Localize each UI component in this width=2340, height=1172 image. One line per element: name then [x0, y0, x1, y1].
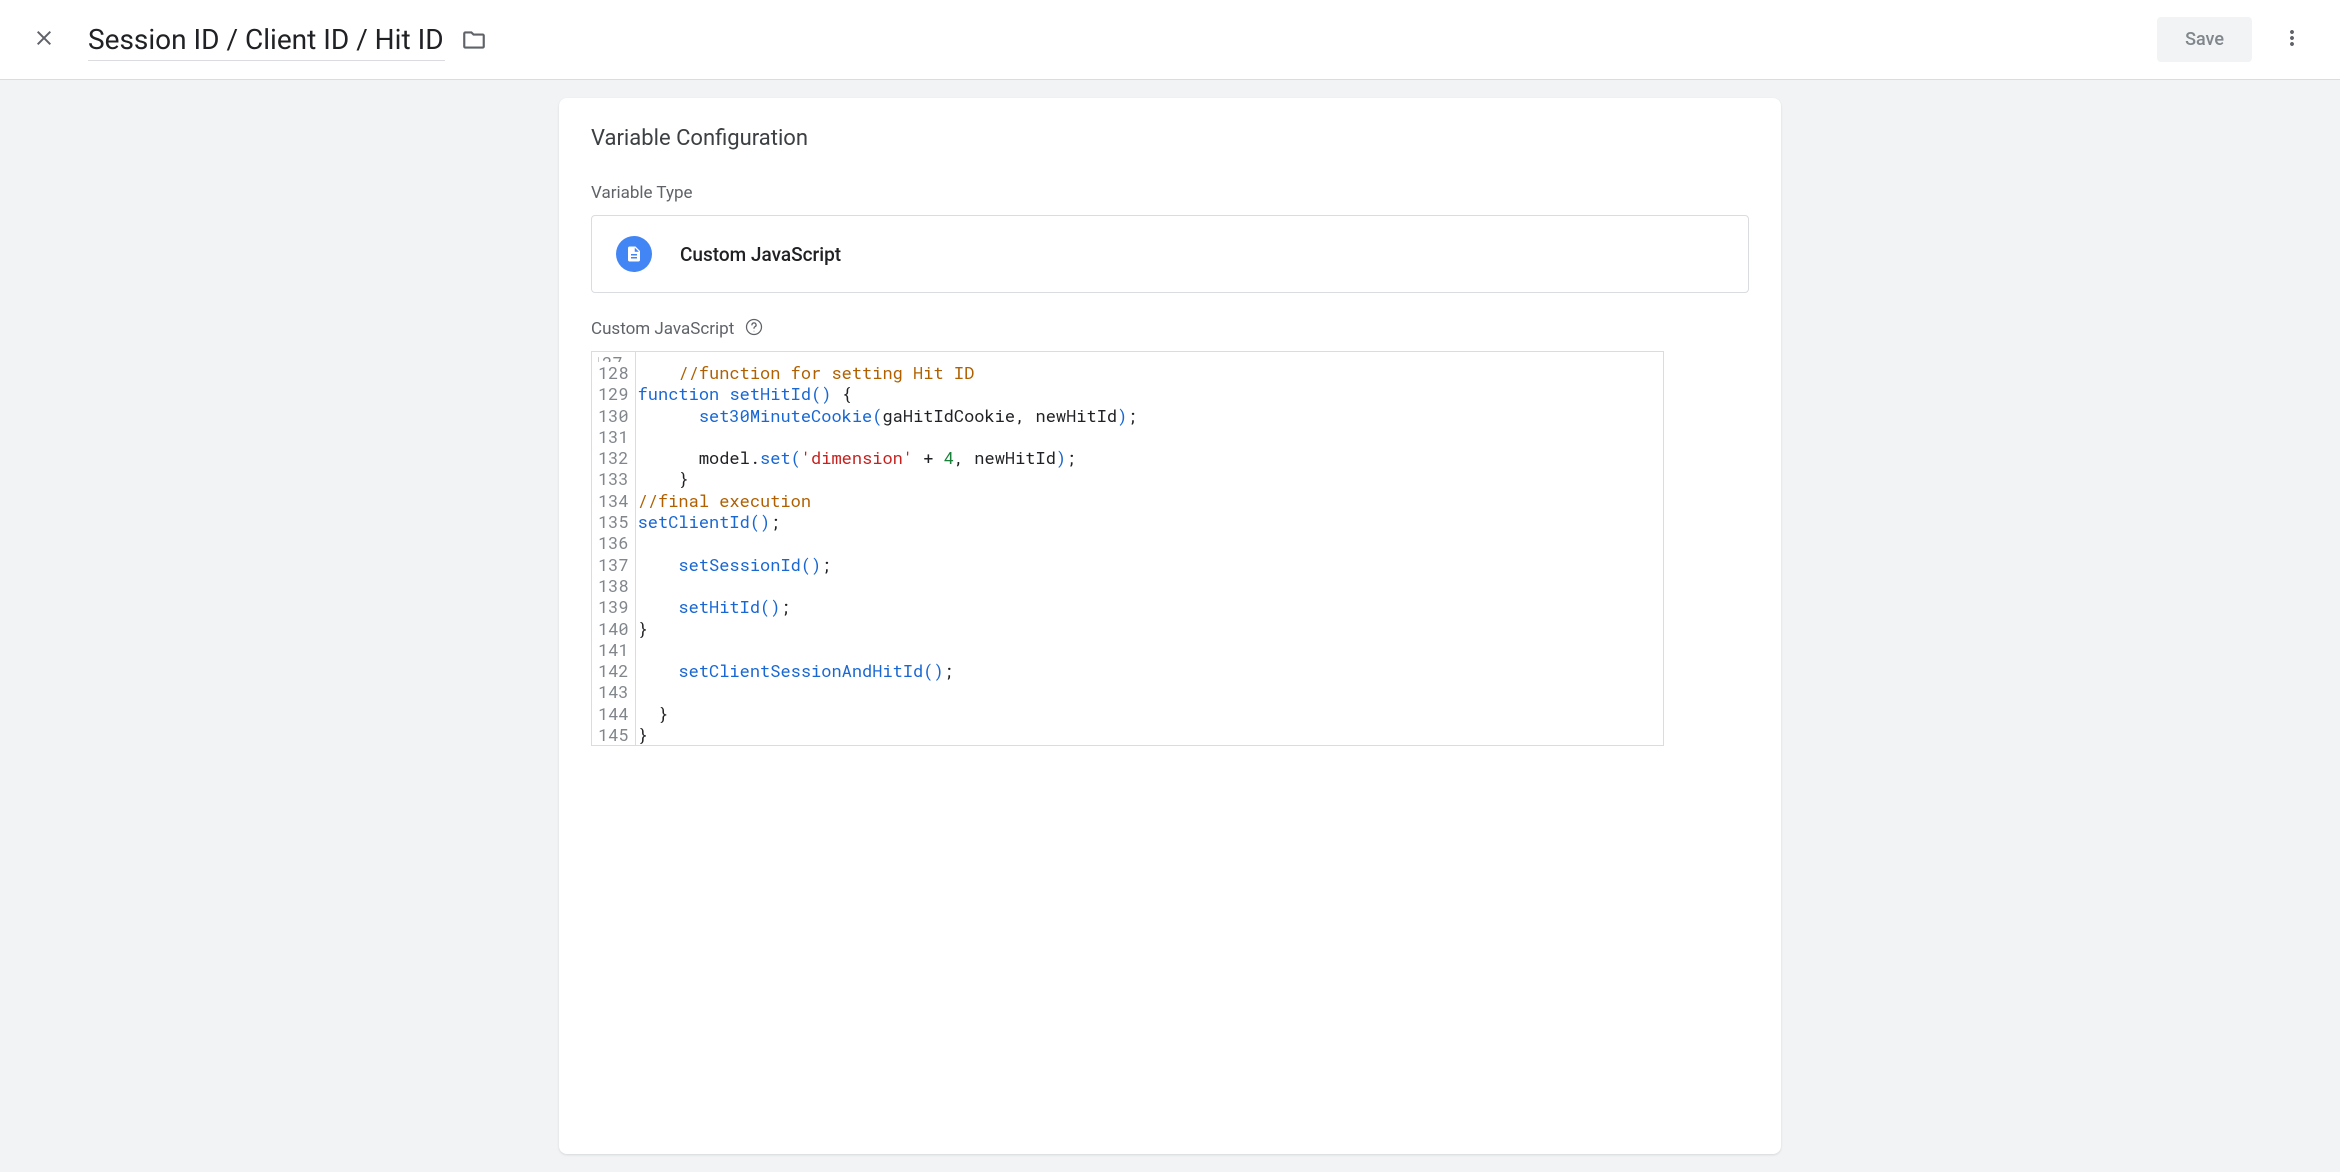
editor-label-row: Custom JavaScript: [591, 317, 1749, 341]
more-menu-button[interactable]: [2268, 14, 2316, 65]
variable-config-card: Variable Configuration Variable Type Cus…: [559, 98, 1781, 1154]
content-area: Variable Configuration Variable Type Cus…: [0, 80, 2340, 1172]
code-gutter: 1271281291301311321331341351361371381391…: [592, 352, 636, 745]
close-icon: [32, 26, 56, 53]
variable-type-selector[interactable]: Custom JavaScript: [591, 215, 1749, 293]
more-vert-icon: [2280, 26, 2304, 53]
close-button[interactable]: [24, 18, 64, 61]
folder-icon[interactable]: [461, 27, 487, 53]
section-title: Variable Configuration: [591, 126, 1749, 151]
header-bar: Save: [0, 0, 2340, 80]
variable-name-input[interactable]: [88, 19, 445, 61]
document-icon: [616, 236, 652, 272]
save-button[interactable]: Save: [2157, 17, 2252, 62]
variable-type-label: Variable Type: [591, 183, 1749, 203]
help-icon[interactable]: [744, 317, 764, 341]
editor-label: Custom JavaScript: [591, 319, 734, 339]
variable-type-name: Custom JavaScript: [680, 243, 841, 266]
code-body[interactable]: //function for setting Hit IDfunction se…: [636, 352, 1663, 745]
code-editor[interactable]: 1271281291301311321331341351361371381391…: [591, 351, 1664, 746]
